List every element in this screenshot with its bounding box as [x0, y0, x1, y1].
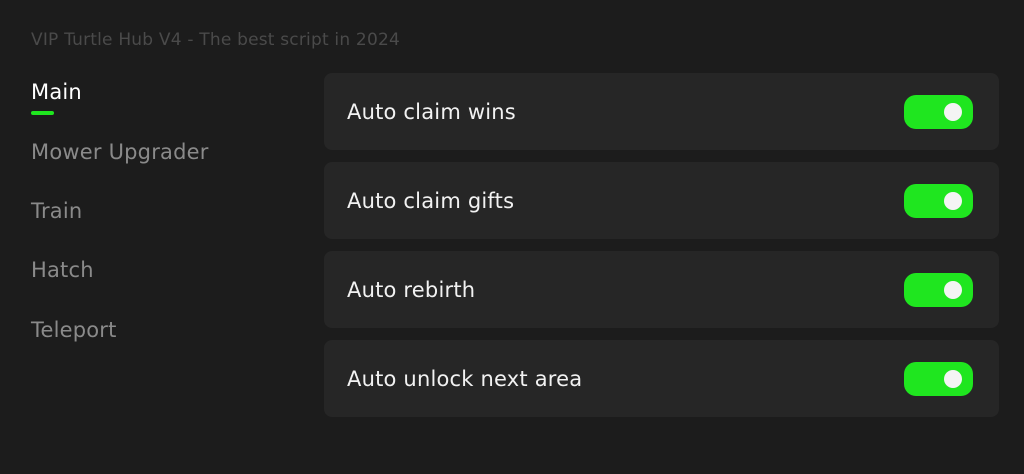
toggle-knob — [944, 102, 962, 121]
toggle-knob — [944, 191, 962, 210]
sidebar-item-teleport[interactable]: Teleport — [31, 318, 117, 342]
main-content: Auto claim wins Auto claim gifts Auto re… — [324, 73, 999, 429]
toggle-row-auto-unlock-next-area[interactable]: Auto unlock next area — [324, 340, 999, 417]
toggle-knob — [944, 280, 962, 299]
toggle-label: Auto claim gifts — [347, 188, 515, 213]
toggle-label: Auto claim wins — [347, 99, 516, 124]
active-tab-indicator — [31, 111, 54, 115]
sidebar-item-train[interactable]: Train — [31, 199, 82, 223]
auto-claim-wins-toggle[interactable] — [904, 94, 973, 129]
sidebar-item-mower-upgrader[interactable]: Mower Upgrader — [31, 140, 209, 164]
sidebar-item-hatch[interactable]: Hatch — [31, 258, 94, 282]
toggle-row-auto-claim-gifts[interactable]: Auto claim gifts — [324, 162, 999, 239]
sidebar: Main Mower Upgrader Train Hatch Teleport — [0, 0, 300, 474]
script-hub-window: VIP Turtle Hub V4 - The best script in 2… — [0, 0, 1024, 474]
toggle-label: Auto rebirth — [347, 277, 476, 302]
toggle-row-auto-rebirth[interactable]: Auto rebirth — [324, 251, 999, 328]
toggle-knob — [944, 369, 962, 388]
auto-unlock-next-area-toggle[interactable] — [904, 361, 973, 396]
auto-claim-gifts-toggle[interactable] — [904, 183, 973, 218]
toggle-label: Auto unlock next area — [347, 366, 583, 391]
auto-rebirth-toggle[interactable] — [904, 272, 973, 307]
toggle-row-auto-claim-wins[interactable]: Auto claim wins — [324, 73, 999, 150]
sidebar-item-main[interactable]: Main — [31, 80, 82, 104]
